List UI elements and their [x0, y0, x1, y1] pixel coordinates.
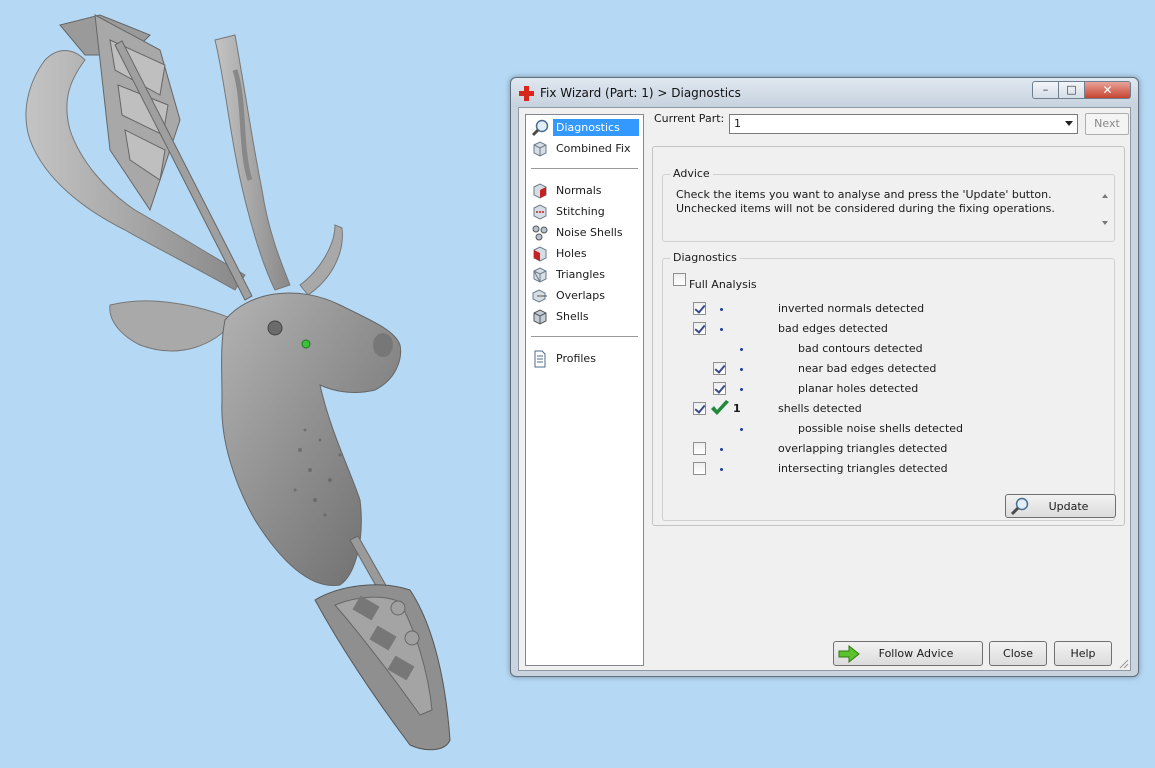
- overlapping-triangles-checkbox[interactable]: [693, 442, 706, 455]
- intersecting-triangles-checkbox[interactable]: [693, 462, 706, 475]
- fix-navigation-list: Diagnostics Combined Fix Normals Stitchi…: [525, 114, 644, 666]
- bad-edges-checkbox[interactable]: [693, 322, 706, 335]
- document-icon: [534, 350, 546, 367]
- arrow-fletching: [94, 14, 181, 212]
- nav-item-combined-fix[interactable]: Combined Fix: [531, 139, 639, 158]
- advice-scrollbar[interactable]: [1098, 185, 1113, 233]
- holes-icon: [533, 245, 547, 262]
- intersecting-triangles-label: intersecting triangles detected: [778, 462, 948, 475]
- triangles-icon: [533, 266, 547, 283]
- arrow-right-icon: [838, 645, 860, 663]
- maximize-button[interactable]: □: [1059, 81, 1085, 99]
- possible-noise-shells-label: possible noise shells detected: [798, 422, 964, 435]
- nav-item-diagnostics[interactable]: Diagnostics: [531, 118, 639, 137]
- update-button[interactable]: Update: [1005, 494, 1116, 518]
- follow-advice-label: Follow Advice: [878, 647, 954, 660]
- model-viewport[interactable]: [0, 0, 505, 768]
- overlapping-triangles-label: overlapping triangles detected: [778, 442, 948, 455]
- nav-item-label: Holes: [556, 247, 587, 260]
- nav-item-label: Triangles: [556, 268, 605, 281]
- nav-item-label: Normals: [556, 184, 602, 197]
- scroll-down-icon[interactable]: [1102, 221, 1108, 225]
- normals-cube-icon: [533, 182, 547, 199]
- nav-separator: [531, 168, 638, 169]
- title-bar[interactable]: Fix Wizard (Part: 1) > Diagnostics – □ ✕: [511, 78, 1138, 107]
- planar-holes-label: planar holes detected: [798, 382, 919, 395]
- close-button[interactable]: Close: [989, 641, 1047, 666]
- status-dot: [740, 348, 743, 351]
- stitching-icon: [533, 203, 547, 220]
- magnifier-icon: [531, 119, 549, 136]
- shells-count: 1: [733, 402, 741, 415]
- planar-holes-checkbox[interactable]: [713, 382, 726, 395]
- checkmark-ok-icon: [711, 400, 729, 415]
- advice-group: Advice Check the items you want to analy…: [662, 167, 1115, 242]
- status-dot: [740, 428, 743, 431]
- window-close-button[interactable]: ✕: [1085, 81, 1131, 99]
- current-part-dropdown[interactable]: 1: [729, 114, 1078, 134]
- inverted-normals-label: inverted normals detected: [778, 302, 925, 315]
- nav-item-label: Shells: [556, 310, 589, 323]
- nav-item-triangles[interactable]: Triangles: [531, 265, 639, 284]
- status-dot: [720, 328, 723, 331]
- fix-wizard-window: Fix Wizard (Part: 1) > Diagnostics – □ ✕…: [510, 77, 1139, 677]
- nav-item-label: Stitching: [556, 205, 605, 218]
- window-title: Fix Wizard (Part: 1) > Diagnostics: [540, 86, 741, 100]
- bad-edges-label: bad edges detected: [778, 322, 888, 335]
- overlaps-icon: [532, 288, 547, 303]
- nav-item-label: Noise Shells: [556, 226, 623, 239]
- help-button[interactable]: Help: [1054, 641, 1112, 666]
- current-part-value: 1: [734, 117, 741, 130]
- full-analysis-label: Full Analysis: [689, 278, 757, 291]
- update-label: Update: [1048, 500, 1089, 513]
- nav-item-stitching[interactable]: Stitching: [531, 202, 639, 221]
- red-cross-icon: [519, 86, 534, 101]
- advice-title: Advice: [670, 167, 713, 180]
- nav-item-label: Diagnostics: [553, 119, 639, 136]
- bad-contours-label: bad contours detected: [798, 342, 923, 355]
- nav-item-noise-shells[interactable]: Noise Shells: [531, 223, 639, 242]
- status-dot: [720, 308, 723, 311]
- nav-item-holes[interactable]: Holes: [531, 244, 639, 263]
- nav-separator: [531, 336, 638, 337]
- nav-item-shells[interactable]: Shells: [531, 307, 639, 326]
- status-dot: [740, 388, 743, 391]
- nav-item-label: Combined Fix: [556, 142, 631, 155]
- near-bad-edges-checkbox[interactable]: [713, 362, 726, 375]
- status-dot: [720, 448, 723, 451]
- diagnostics-title: Diagnostics: [670, 251, 740, 264]
- cube-icon: [533, 140, 547, 157]
- diagnostics-group: Diagnostics Full Analysis inverted norma…: [662, 251, 1116, 521]
- advice-text: Check the items you want to analyse and …: [676, 188, 1055, 215]
- full-analysis-checkbox[interactable]: [673, 273, 686, 286]
- minimize-button[interactable]: –: [1032, 81, 1059, 99]
- nav-item-overlaps[interactable]: Overlaps: [531, 286, 639, 305]
- dialog-client-area: Diagnostics Combined Fix Normals Stitchi…: [518, 107, 1131, 671]
- next-button[interactable]: Next: [1085, 113, 1129, 135]
- scroll-up-icon[interactable]: [1102, 194, 1108, 198]
- diagnostics-panel: Advice Check the items you want to analy…: [652, 146, 1125, 526]
- nav-item-label: Overlaps: [556, 289, 605, 302]
- noise-shells-icon: [532, 225, 548, 240]
- follow-advice-button[interactable]: Follow Advice: [833, 641, 983, 666]
- resize-grip-icon[interactable]: [1118, 658, 1129, 669]
- status-dot: [740, 368, 743, 371]
- nav-item-profiles[interactable]: Profiles: [531, 349, 639, 368]
- status-dot: [720, 468, 723, 471]
- shells-checkbox[interactable]: [693, 402, 706, 415]
- shells-label: shells detected: [778, 402, 862, 415]
- deer-head-model: [25, 14, 451, 751]
- nav-item-normals[interactable]: Normals: [531, 181, 639, 200]
- current-part-label: Current Part:: [654, 112, 725, 125]
- inverted-normals-checkbox[interactable]: [693, 302, 706, 315]
- nav-item-label: Profiles: [556, 352, 596, 365]
- near-bad-edges-label: near bad edges detected: [798, 362, 937, 375]
- chevron-down-icon: [1065, 121, 1073, 126]
- shells-icon: [533, 308, 547, 325]
